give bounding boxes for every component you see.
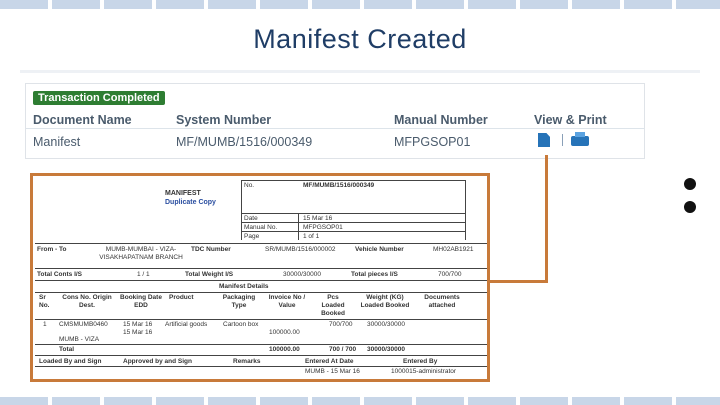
- info-value-page: 1 of 1: [303, 233, 320, 240]
- bullet-dot: [684, 201, 696, 213]
- icon-separator: [562, 134, 563, 146]
- top-decorative-band: [0, 0, 720, 9]
- footer-header: Loaded By and Sign: [39, 358, 102, 365]
- total-pieces-label: Total pieces I/S: [351, 271, 398, 278]
- slide-title: Manifest Created: [253, 24, 467, 54]
- info-box-right: [465, 180, 466, 240]
- bottom-decorative-band: [0, 397, 720, 405]
- column-header: Documents attached: [424, 294, 460, 309]
- manifest-title: MANIFEST: [165, 190, 201, 197]
- transaction-status-badge: Transaction Completed: [33, 91, 165, 105]
- manifest-subtitle: Duplicate Copy: [165, 199, 216, 206]
- header-system-number: System Number: [176, 113, 272, 127]
- column-header: Invoice No / Value: [268, 294, 306, 309]
- printer-icon[interactable]: [571, 132, 589, 146]
- row-line: [35, 344, 487, 345]
- total-invoice: 100000.00: [269, 346, 300, 353]
- header-view-print: View & Print: [534, 113, 607, 127]
- footer-header: Remarks: [233, 358, 261, 365]
- total-conts-value: 1 / 1: [137, 271, 150, 278]
- callout-connector-vertical: [545, 155, 548, 281]
- info-box-row-line: [241, 213, 465, 214]
- info-label-no: No.: [244, 182, 255, 189]
- row-weight: 30000/30000: [367, 321, 405, 328]
- info-box-col-line: [298, 213, 299, 240]
- footer-header: Entered At Date: [305, 358, 354, 365]
- row-line: [35, 243, 487, 244]
- info-label-date: Date: [244, 215, 258, 222]
- row-invoice: 100000.00: [269, 329, 300, 336]
- transaction-panel: Transaction Completed Document Name Syst…: [26, 84, 644, 158]
- column-header: Cons No. Origin Dest.: [62, 294, 112, 309]
- manifest-details-title: Manifest Details: [219, 283, 269, 290]
- row-pcs: 700/700: [329, 321, 353, 328]
- row-packaging: Cartoon box: [223, 321, 259, 328]
- header-document-name: Document Name: [33, 113, 132, 127]
- info-value-date: 15 Mar 16: [303, 215, 333, 222]
- footer-header: Approved by and Sign: [123, 358, 192, 365]
- column-header: Product: [169, 294, 194, 301]
- header-divider: [26, 128, 644, 129]
- cell-system-number: MF/MUMB/1516/000349: [176, 135, 313, 149]
- document-icon[interactable]: [538, 133, 550, 147]
- total-weight-value: 30000/30000: [283, 271, 321, 278]
- total-label: Total: [59, 346, 75, 353]
- info-box-row-line: [241, 222, 465, 223]
- bullet-dot: [684, 178, 696, 190]
- total-pcs: 700 / 700: [329, 346, 357, 353]
- footer-entered-by: 1000015-administrator: [391, 368, 457, 375]
- row-cons-no: CMSMUMB0460: [59, 321, 108, 328]
- header-manual-number: Manual Number: [394, 113, 488, 127]
- row-route: MUMB - VIZA: [59, 336, 100, 343]
- row-line: [35, 355, 487, 356]
- footer-entered-at: MUMB - 15 Mar 16: [305, 368, 360, 375]
- info-value-no: MF/MUMB/1516/000349: [303, 182, 375, 189]
- manifest-document-preview: MANIFEST Duplicate Copy No. MF/MUMB/1516…: [30, 173, 490, 382]
- callout-connector-horizontal: [488, 280, 548, 283]
- row-line: [35, 366, 487, 367]
- vehicle-value: MH02AB1921: [433, 246, 474, 253]
- column-header: Pcs Loaded Booked: [321, 294, 345, 317]
- total-pieces-value: 700/700: [438, 271, 462, 278]
- row-product: Artificial goods: [165, 321, 208, 328]
- column-header: Weight (KG) Loaded Booked: [360, 294, 410, 309]
- total-conts-label: Total Conts I/S: [37, 271, 83, 278]
- total-weight-label: Total Weight I/S: [185, 271, 234, 278]
- total-weight: 30000/30000: [367, 346, 405, 353]
- from-to-label: From - To: [37, 246, 67, 253]
- tdc-value: SR/MUMB/1516/000002: [265, 246, 336, 253]
- title-divider: [20, 70, 700, 73]
- footer-header: Entered By: [403, 358, 438, 365]
- column-header: Booking Date EDD: [120, 294, 162, 309]
- info-label-manual: Manual No.: [244, 224, 278, 231]
- row-line: [35, 280, 487, 281]
- column-header: Packaging Type: [222, 294, 256, 309]
- from-to-value: MUMB-MUMBAI - VIZA-VISAKHAPATNAM BRANCH: [99, 246, 183, 261]
- row-edd: 15 Mar 16: [123, 329, 153, 336]
- cell-document-name: Manifest: [33, 135, 81, 149]
- column-header: Sr No.: [39, 294, 50, 309]
- info-box-top: [241, 180, 465, 181]
- tdc-label: TDC Number: [191, 246, 231, 253]
- info-box-row-line: [241, 231, 465, 232]
- info-value-manual: MFPGSOP01: [303, 224, 343, 231]
- row-sr: 1: [43, 321, 47, 328]
- cell-manual-number: MFPGSOP01: [394, 135, 471, 149]
- row-line: [35, 268, 487, 269]
- row-line: [35, 319, 487, 320]
- row-booking-date: 15 Mar 16: [123, 321, 153, 328]
- info-label-page: Page: [244, 233, 260, 240]
- row-line: [35, 292, 487, 293]
- vehicle-label: Vehicle Number: [355, 246, 404, 253]
